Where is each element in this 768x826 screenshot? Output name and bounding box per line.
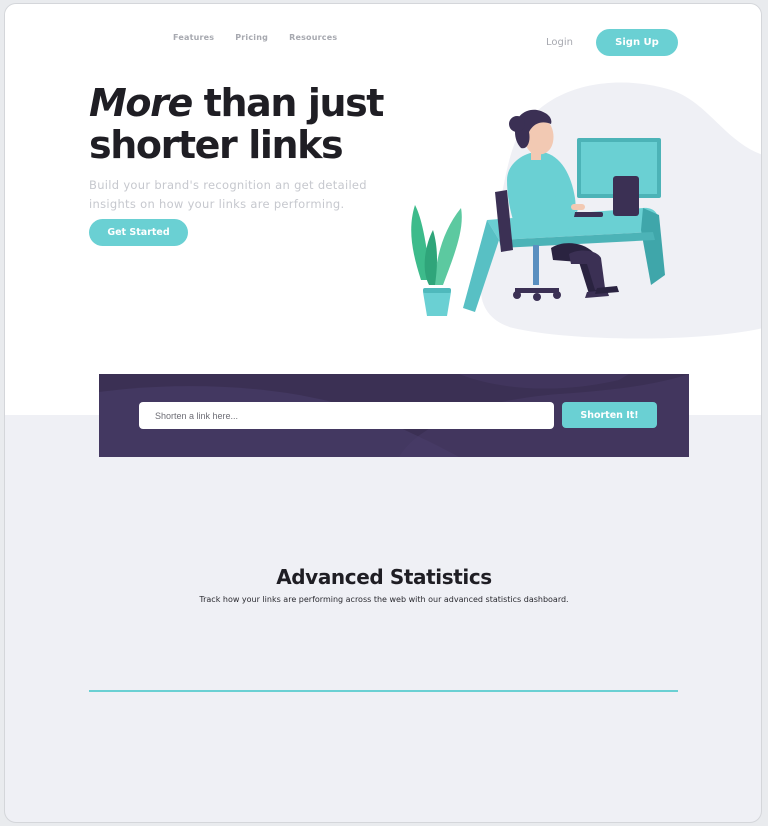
stats-subtitle: Track how your links are performing acro… [199,595,569,604]
hero-headline-italic: More [89,81,193,125]
page-frame: Features Pricing Resources Login Sign Up… [4,3,762,823]
hero-headline: More than just shorter links [89,82,409,166]
shorten-button[interactable]: Shorten It! [562,402,657,428]
nav-link-resources[interactable]: Resources [289,33,337,42]
plant-icon [411,205,462,316]
person-at-desk-illustration [411,82,761,339]
hero-subtitle: Build your brand's recognition an get de… [89,178,367,211]
signup-button[interactable]: Sign Up [596,29,678,56]
shorten-panel: Shorten a link here... Shorten It! [99,374,689,457]
stats-title: Advanced Statistics [276,565,492,589]
login-link[interactable]: Login [546,37,573,48]
stats-divider [89,690,678,692]
shorten-url-input[interactable]: Shorten a link here... [139,402,554,429]
primary-nav: Features Pricing Resources [173,33,337,42]
nav-link-features[interactable]: Features [173,33,214,42]
get-started-button[interactable]: Get Started [89,219,188,246]
nav-link-pricing[interactable]: Pricing [235,33,268,42]
